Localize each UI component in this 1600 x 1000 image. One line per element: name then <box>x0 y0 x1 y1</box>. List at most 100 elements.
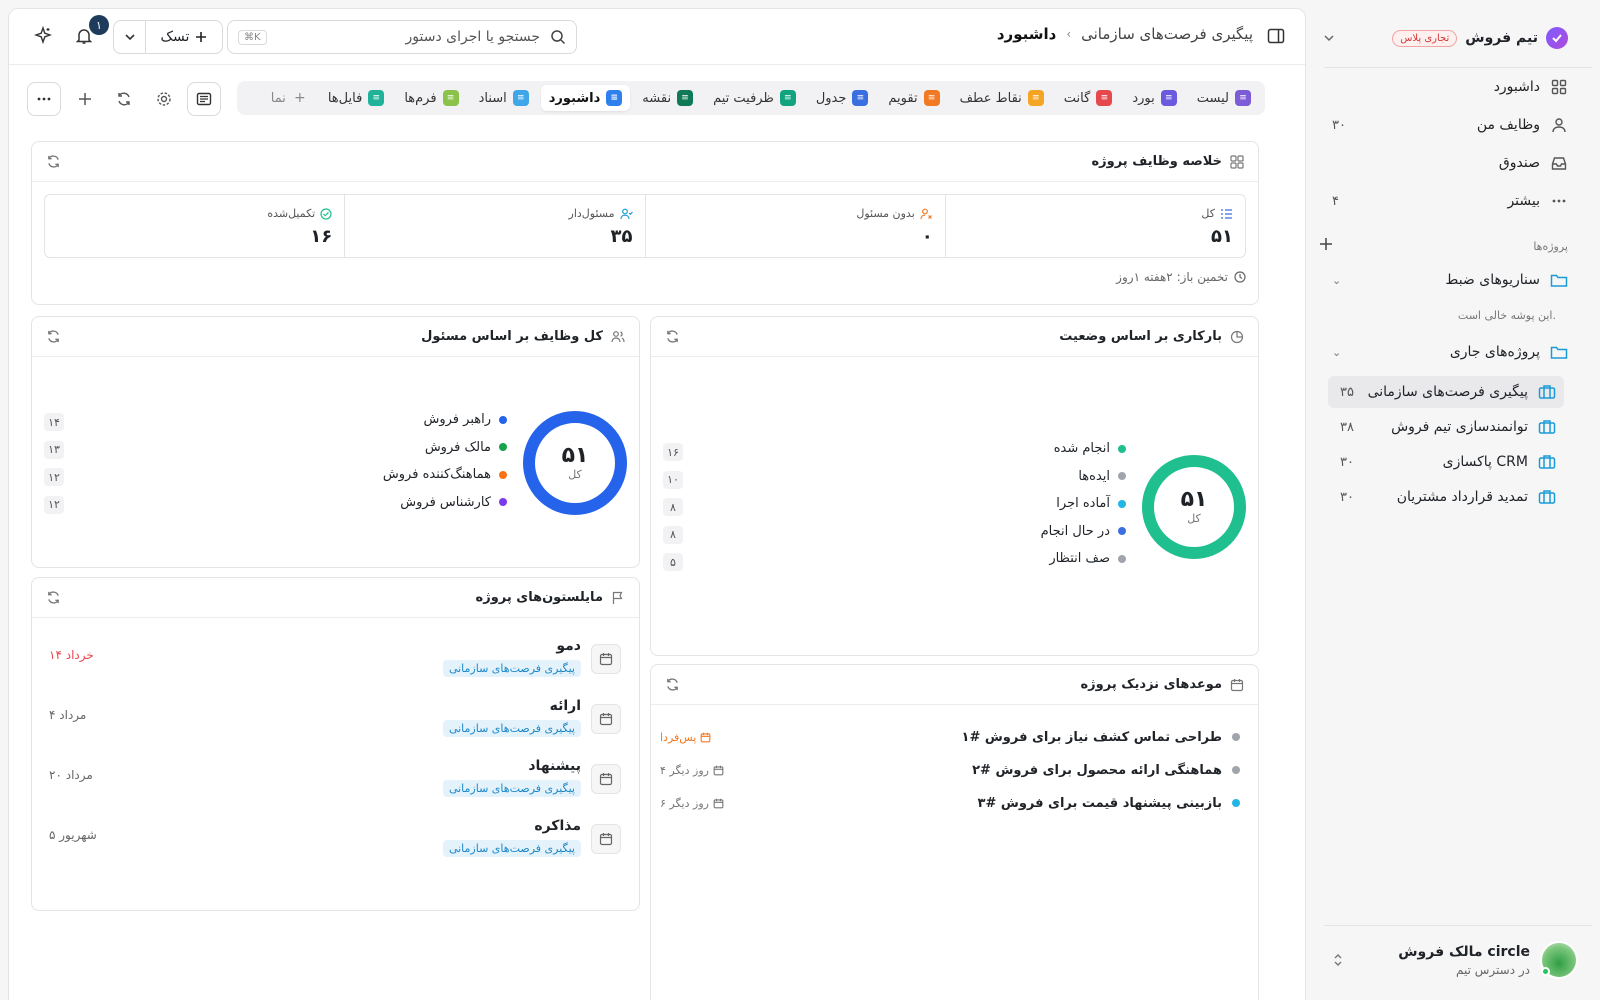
tab-4[interactable]: ≡ تقویم <box>880 85 947 111</box>
view-icon: ≡ <box>1235 90 1251 106</box>
tab-label: ظرفیت تیم <box>713 90 774 106</box>
deadline-when-text: ۴ روز دیگر <box>660 763 709 777</box>
refresh-icon[interactable] <box>46 154 61 169</box>
user-check-icon <box>619 208 633 220</box>
flag-icon <box>611 591 625 605</box>
milestone-name: پیشنهاد <box>528 758 581 774</box>
user-menu[interactable]: مالک فروش circle در دسترس تیم <box>1322 938 1578 982</box>
sidebar-item-inbox[interactable]: صندوق <box>1322 148 1568 178</box>
status-dot <box>1232 799 1240 807</box>
sidebar-item-more[interactable]: بیشتر ۴ <box>1322 186 1568 216</box>
legend-dot <box>1118 472 1126 480</box>
tab-0[interactable]: ≡ لیست <box>1189 85 1259 111</box>
sparkle-ai-icon[interactable] <box>34 26 52 44</box>
briefcase-icon <box>1538 454 1556 470</box>
sidebar-item-my-tasks[interactable]: وظایف من ۳۰ <box>1322 110 1568 140</box>
newspaper-view-button[interactable] <box>187 82 221 116</box>
projects-section-title: پروژه‌ها <box>1533 240 1568 253</box>
sidebar-project-enterprise[interactable]: پیگیری فرصت‌های سازمانی ۳۵ <box>1328 376 1564 408</box>
tab-8[interactable]: ≡ داشبورد <box>540 85 631 111</box>
legend-label: در حال انجام <box>1040 523 1110 539</box>
chevron-down-icon[interactable]: ⌄ <box>1322 274 1341 287</box>
tab-9[interactable]: ≡ اسناد <box>471 85 537 111</box>
chevron-down-icon[interactable] <box>114 21 146 53</box>
legend-dot <box>1118 554 1126 563</box>
plan-badge: تجاری پلاس <box>1392 29 1458 47</box>
legend-value: ۱۰ <box>663 470 683 489</box>
refresh-icon[interactable] <box>46 329 61 344</box>
tab-7[interactable]: ≡ نقشه <box>634 85 701 111</box>
tab-3[interactable]: ≡ نقاط عطف <box>952 85 1052 111</box>
stat-total: کل ۵۱ <box>944 195 1245 257</box>
sidebar-item-dashboard[interactable]: داشبورد <box>1322 72 1568 102</box>
legend-item: در حال انجام <box>1041 524 1126 539</box>
view-tabs: ≡ لیست ≡ بورد ≡ گانت ≡ نقاط عطف ≡ تقویم ≡ جدول ≡ ظرفی… <box>237 81 1265 115</box>
milestone-row[interactable]: پیشنهاد پیگیری فرصت‌های سازمانی ۲۰ مرداد <box>49 758 621 808</box>
folder-recording-scenarios[interactable]: سناریوهای ضبط ⌄ <box>1322 266 1568 294</box>
notification-badge: ۱ <box>89 15 109 35</box>
tab-12[interactable]: + نما <box>263 85 316 111</box>
card-header: خلاصه وظایف پروژه <box>32 142 1258 182</box>
legend-value: ۸ <box>663 525 683 544</box>
chevron-down-icon[interactable]: ⌄ <box>1322 346 1341 359</box>
sidebar-toggle-icon[interactable] <box>1267 27 1285 45</box>
sidebar-item-label: بیشتر <box>1507 193 1540 209</box>
tab-1[interactable]: ≡ بورد <box>1124 85 1184 111</box>
add-widget-button[interactable] <box>68 82 102 116</box>
folder-current-projects[interactable]: پروژه‌های جاری ⌄ <box>1322 338 1568 366</box>
user-x-icon <box>920 208 933 220</box>
deadline-row[interactable]: بازبینی پیشنهاد قیمت برای فروش #۳ ۶ روز د… <box>660 792 1240 814</box>
stat-value: ۵۱ <box>1211 226 1233 247</box>
project-summary-card: خلاصه وظایف پروژه کل ۵۱ بدون مسئول ۰ مسئ… <box>31 141 1259 305</box>
status-donut-center: ۵۱ کل <box>1140 487 1248 525</box>
breadcrumb-project[interactable]: پیگیری فرصت‌های سازمانی <box>1081 25 1253 43</box>
sidebar-project-crm[interactable]: پاکسازی CRM ۳۰ <box>1328 446 1564 478</box>
tab-6[interactable]: ≡ ظرفیت تیم <box>705 85 804 111</box>
refresh-icon[interactable] <box>665 329 680 344</box>
milestone-row[interactable]: دمو پیگیری فرصت‌های سازمانی ۱۴ خرداد <box>49 638 621 688</box>
milestone-row[interactable]: ارائه پیگیری فرصت‌های سازمانی ۴ مرداد <box>49 698 621 748</box>
folder-label: پروژه‌های جاری <box>1449 344 1540 360</box>
workspace-switcher[interactable]: تیم فروش تجاری پلاس <box>1322 20 1568 56</box>
plus-icon: + <box>293 90 306 106</box>
breadcrumb: پیگیری فرصت‌های سازمانی ‹ داشبورد <box>997 25 1253 43</box>
sidebar-project-renewal[interactable]: تمدید قرارداد مشتریان ۳۰ <box>1328 481 1564 513</box>
legend-value: ۱۳ <box>44 440 64 459</box>
milestone-project-tag: پیگیری فرصت‌های سازمانی <box>442 720 581 737</box>
new-task-label: تسک <box>160 29 190 45</box>
deadline-when: پس‌فردا <box>660 731 711 744</box>
legend-value: ۱۲ <box>44 495 64 514</box>
more-options-button[interactable] <box>27 82 61 116</box>
deadline-row[interactable]: هماهنگی ارائه محصول برای فروش #۲ ۴ روز دی… <box>660 759 1240 781</box>
refresh-icon[interactable] <box>46 590 61 605</box>
card-title: موعدهای نزدیک پروژه <box>1080 677 1223 692</box>
chevron-updown-icon <box>1322 952 1344 968</box>
refresh-icon[interactable] <box>107 82 141 116</box>
tab-11[interactable]: ≡ فایل‌ها <box>320 85 392 111</box>
legend-dot <box>499 470 507 479</box>
milestone-row[interactable]: مذاکره پیگیری فرصت‌های سازمانی ۵ شهریور <box>49 818 621 868</box>
card-header: مایلستون‌های پروژه <box>32 578 639 618</box>
milestone-date: ۵ شهریور <box>49 828 97 842</box>
clock-icon <box>1234 271 1246 283</box>
search-placeholder: جستجو یا اجرای دستور <box>405 29 540 45</box>
briefcase-icon <box>1538 384 1556 400</box>
view-icon: ≡ <box>677 90 694 106</box>
pie-chart-icon <box>1230 330 1244 344</box>
add-project-button[interactable] <box>1318 236 1334 252</box>
deadline-row[interactable]: طراحی تماس کشف نیاز برای فروش #۱ پس‌فردا <box>660 726 1240 748</box>
sidebar: تیم فروش تجاری پلاس داشبورد وظایف من ۳۰ … <box>1310 0 1600 1000</box>
sidebar-project-enablement[interactable]: توانمندسازی تیم فروش ۳۸ <box>1328 411 1564 443</box>
tab-5[interactable]: ≡ جدول <box>808 85 877 111</box>
card-header: موعدهای نزدیک پروژه <box>651 665 1258 705</box>
tab-label: تقویم <box>888 90 918 106</box>
tab-10[interactable]: ≡ فرم‌ها <box>396 85 466 111</box>
user-name: مالک فروش circle <box>1398 943 1530 960</box>
new-task-button[interactable]: تسک <box>113 20 223 54</box>
search-input[interactable]: جستجو یا اجرای دستور ⌘K <box>227 20 577 54</box>
gear-icon[interactable] <box>147 82 181 116</box>
legend-value: ۱۲ <box>44 468 64 486</box>
briefcase-icon <box>1538 419 1556 435</box>
refresh-icon[interactable] <box>665 677 680 692</box>
tab-2[interactable]: ≡ گانت <box>1056 85 1121 111</box>
